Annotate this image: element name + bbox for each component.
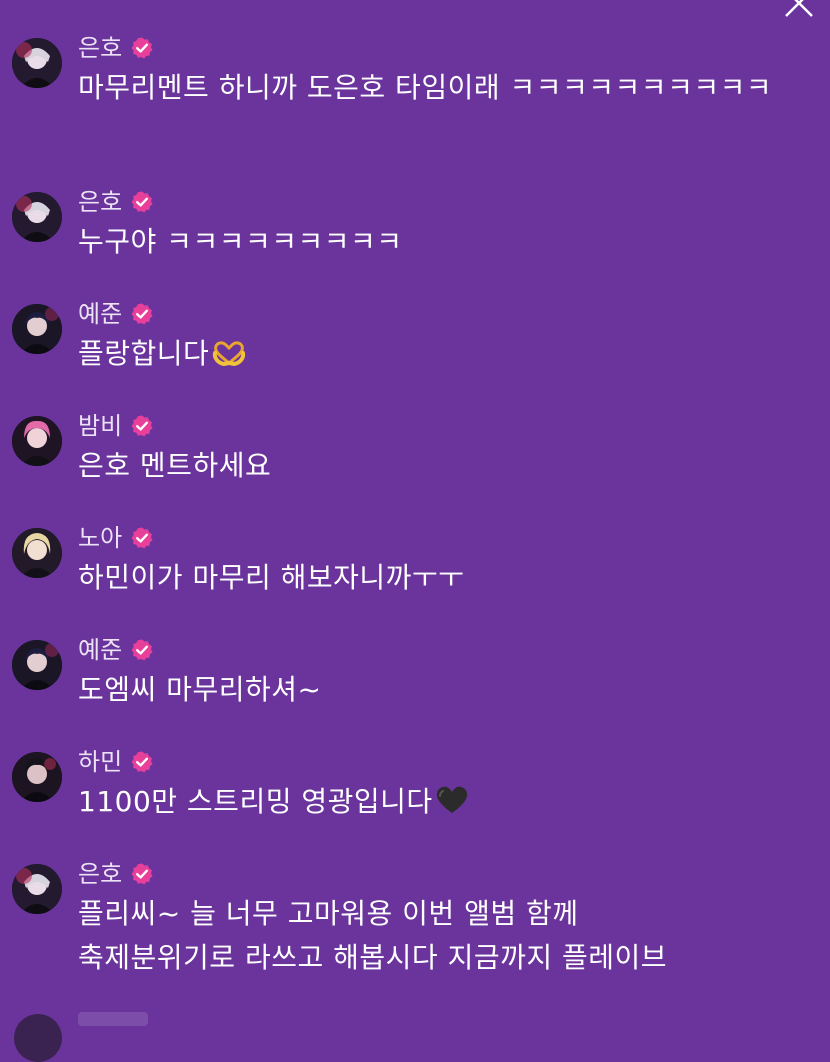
verified-badge-icon (131, 639, 153, 661)
message-text: 은호 멘트하세요 (78, 449, 272, 482)
message-text: 도엠씨 마무리하셔~ (78, 673, 322, 706)
yejun-avatar[interactable] (12, 304, 62, 354)
sender-name: 하민 (78, 748, 123, 776)
sender-name: 은호 (78, 188, 123, 216)
sender-name: 은호 (78, 860, 123, 888)
verified-badge-icon (131, 191, 153, 213)
verified-badge-icon (131, 751, 153, 773)
message-text-content: 플랑합니다 (78, 337, 210, 370)
verified-badge-icon (131, 303, 153, 325)
noah-avatar[interactable] (12, 528, 62, 578)
avatar[interactable] (14, 1014, 62, 1062)
message-text: 플랑합니다 (78, 332, 798, 376)
heart-hands-icon (213, 341, 246, 367)
message-text: 1100만 스트리밍 영광입니다 (78, 780, 798, 824)
yejun-avatar[interactable] (12, 640, 62, 690)
black-heart-icon (436, 786, 467, 813)
eunho-avatar[interactable] (12, 38, 62, 88)
verified-badge-icon (131, 863, 153, 885)
sender-name: 예준 (78, 636, 123, 664)
message-text: 누구야 ㅋㅋㅋㅋㅋㅋㅋㅋㅋ (78, 225, 403, 258)
close-icon[interactable] (782, 0, 816, 20)
sender-name: 노아 (78, 524, 123, 552)
sender-name: 예준 (78, 300, 123, 328)
message-text: 마무리멘트 하니까 도은호 타임이래 ㅋㅋㅋㅋㅋㅋㅋㅋㅋㅋ (78, 71, 773, 104)
sender-name: 은호 (78, 34, 123, 62)
verified-badge-icon (131, 37, 153, 59)
eunho-avatar[interactable] (12, 192, 62, 242)
chat-list: 은호 마무리멘트 하니까 도은호 타임이래 ㅋㅋㅋㅋㅋㅋㅋㅋㅋㅋ 은호 누구야 … (0, 0, 830, 1062)
message-text-content: 1100만 스트리밍 영광입니다 (78, 785, 433, 818)
verified-badge-icon (131, 527, 153, 549)
message-text: 플리씨~ 늘 너무 고마워용 이번 앨범 함께 축제분위기로 라쓰고 해봅시다 … (78, 897, 668, 974)
message-text: 하민이가 마무리 해보자니까ㅜㅜ (78, 561, 465, 594)
bambi-avatar[interactable] (12, 416, 62, 466)
sender-name: 밤비 (78, 412, 123, 440)
verified-badge-icon (131, 415, 153, 437)
eunho-avatar[interactable] (12, 864, 62, 914)
hamin-avatar[interactable] (12, 752, 62, 802)
